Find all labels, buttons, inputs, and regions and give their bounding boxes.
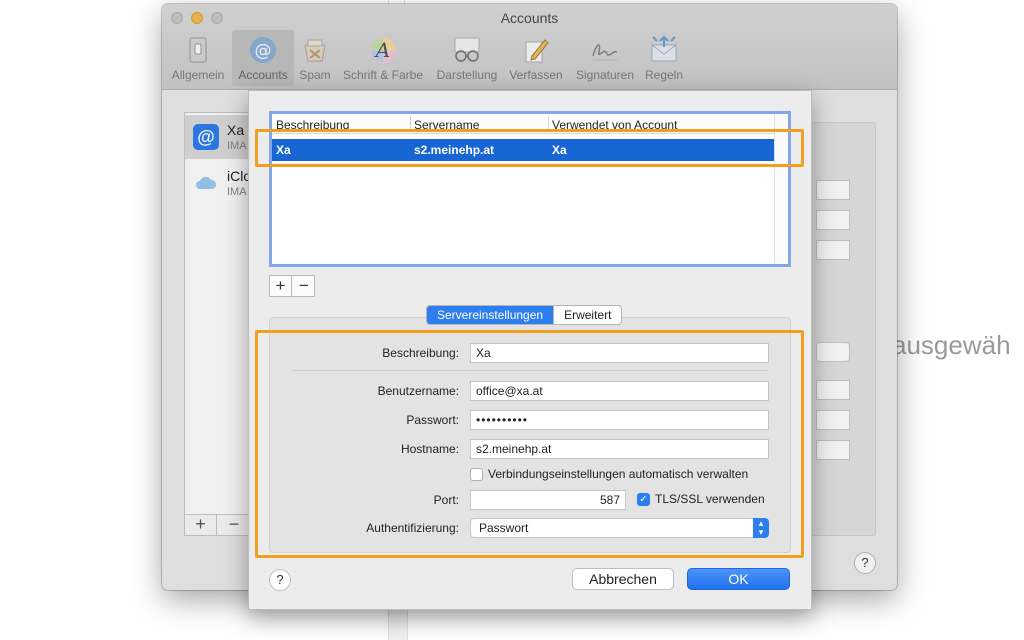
- account-type: IMA: [227, 186, 247, 198]
- hostname-field[interactable]: s2.meinehp.at: [470, 439, 769, 459]
- remove-server-button[interactable]: −: [293, 276, 315, 296]
- server-list-buttons: + −: [269, 275, 315, 297]
- tab-accounts[interactable]: @ Accounts: [232, 30, 294, 86]
- port-label: Port:: [433, 493, 459, 507]
- tab-label: Regeln: [644, 68, 684, 82]
- background-field: [816, 210, 850, 230]
- tab-regeln[interactable]: Regeln: [640, 34, 688, 82]
- benutzername-label: Benutzername:: [377, 384, 459, 398]
- tab-label: Darstellung: [436, 68, 498, 82]
- at-icon: @: [247, 34, 279, 66]
- rules-icon: [648, 34, 680, 66]
- server-settings-box: Beschreibung: Xa Benutzername: office@xa…: [269, 317, 791, 553]
- tab-servereinstellungen[interactable]: Servereinstellungen: [427, 306, 554, 324]
- window-toolbar: Accounts Allgemein @ Accounts Spam A Sch…: [162, 4, 897, 90]
- tab-label: Signaturen: [575, 68, 635, 82]
- background-field: [816, 410, 850, 430]
- help-button[interactable]: ?: [269, 569, 291, 591]
- passwort-field[interactable]: ••••••••••: [470, 410, 769, 430]
- glasses-icon: [451, 34, 483, 66]
- add-server-button[interactable]: +: [270, 276, 292, 296]
- tab-label: Spam: [299, 68, 331, 82]
- cloud-icon: [193, 170, 219, 196]
- chevron-updown-icon: ▴ ▾: [753, 518, 769, 538]
- help-button[interactable]: ?: [854, 552, 876, 574]
- svg-text:@: @: [255, 41, 272, 61]
- switch-icon: [182, 34, 214, 66]
- tab-label: Schrift & Farbe: [342, 68, 424, 82]
- tab-allgemein[interactable]: Allgemein: [168, 34, 228, 82]
- tab-label: Allgemein: [171, 68, 225, 82]
- background-field: [816, 180, 850, 200]
- server-list-sheet: Beschreibung Servername Verwendet von Ac…: [248, 90, 812, 610]
- benutzername-field[interactable]: office@xa.at: [470, 381, 769, 401]
- tls-checkbox[interactable]: ✓: [637, 493, 650, 506]
- beschreibung-label: Beschreibung:: [382, 346, 459, 360]
- tab-spam[interactable]: Spam: [296, 34, 334, 82]
- font-color-icon: A: [367, 34, 399, 66]
- remove-account-button[interactable]: −: [218, 515, 250, 535]
- hostname-label: Hostname:: [400, 442, 459, 456]
- cell-servername: s2.meinehp.at: [414, 143, 495, 157]
- account-row[interactable]: @ Xa IMA: [185, 115, 249, 159]
- tab-darstellung[interactable]: Darstellung: [434, 34, 500, 82]
- tab-label: Verfassen: [509, 68, 563, 82]
- background-select: [816, 342, 850, 362]
- port-field[interactable]: 587: [470, 490, 626, 510]
- passwort-label: Passwort:: [406, 413, 459, 427]
- auth-label: Authentifizierung:: [366, 521, 459, 535]
- account-list-buttons: + −: [184, 514, 250, 536]
- tab-schrift-farbe[interactable]: A Schrift & Farbe: [338, 34, 428, 82]
- settings-tabs: Servereinstellungen Erweitert: [426, 305, 623, 325]
- tls-label: TLS/SSL verwenden: [655, 492, 765, 506]
- column-separator: [548, 116, 549, 132]
- background-field: [816, 440, 850, 460]
- auto-manage-label: Verbindungseinstellungen automatisch ver…: [488, 467, 749, 481]
- account-row[interactable]: iClo IMA: [185, 161, 251, 205]
- cancel-button[interactable]: Abbrechen: [572, 568, 674, 590]
- auth-select-value: Passwort: [479, 521, 529, 535]
- tab-verfassen[interactable]: Verfassen: [506, 34, 566, 82]
- add-account-button[interactable]: +: [185, 515, 217, 535]
- tab-signaturen[interactable]: Signaturen: [572, 34, 638, 82]
- junk-mail-icon: [299, 34, 331, 66]
- column-header-beschreibung[interactable]: Beschreibung: [276, 118, 349, 132]
- beschreibung-field[interactable]: Xa: [470, 343, 769, 363]
- table-row[interactable]: Xa s2.meinehp.at Xa: [272, 139, 774, 161]
- auth-select[interactable]: Passwort ▴ ▾: [470, 518, 769, 538]
- server-table: Beschreibung Servername Verwendet von Ac…: [269, 111, 791, 267]
- tab-erweitert[interactable]: Erweitert: [553, 306, 621, 324]
- tab-label: Accounts: [238, 68, 288, 82]
- account-name: Xa: [227, 122, 245, 138]
- cell-beschreibung: Xa: [276, 143, 291, 157]
- column-header-servername[interactable]: Servername: [414, 118, 479, 132]
- table-header: Beschreibung Servername Verwendet von Ac…: [272, 114, 774, 134]
- background-text: ausgewäh: [892, 330, 1011, 360]
- background-field: [816, 240, 850, 260]
- column-header-verwendet[interactable]: Verwendet von Account: [552, 118, 677, 132]
- pencil-icon: [520, 34, 552, 66]
- window-title: Accounts: [500, 10, 559, 26]
- background-field: [816, 380, 850, 400]
- account-type: IMA: [227, 140, 247, 152]
- ok-button[interactable]: OK: [687, 568, 790, 590]
- cell-verwendet: Xa: [552, 143, 567, 157]
- signature-icon: [589, 34, 621, 66]
- table-scrollbar[interactable]: [774, 114, 788, 264]
- divider: [292, 370, 768, 371]
- column-separator: [410, 116, 411, 132]
- at-icon: @: [193, 124, 219, 150]
- auto-manage-checkbox[interactable]: [470, 468, 483, 481]
- account-list: @ Xa IMA iClo IMA: [184, 112, 251, 520]
- svg-text:A: A: [374, 38, 390, 62]
